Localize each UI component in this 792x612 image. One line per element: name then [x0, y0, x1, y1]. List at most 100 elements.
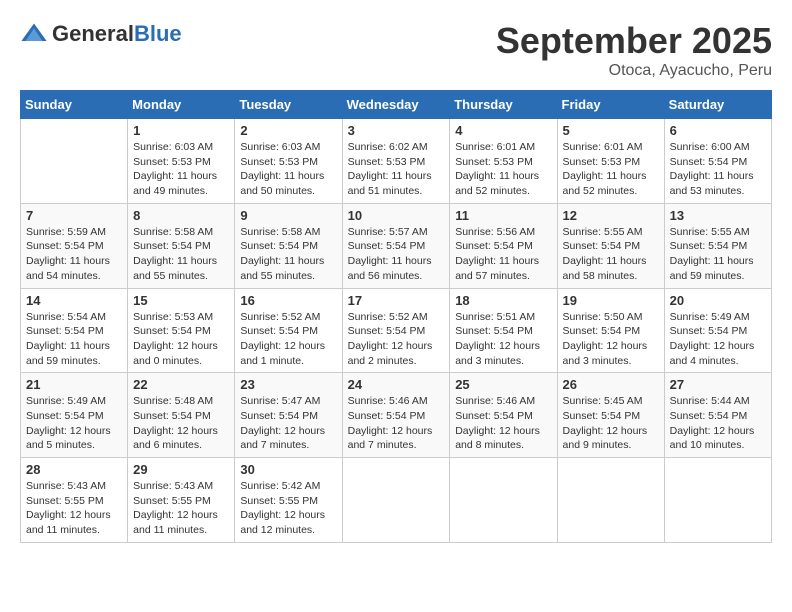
- day-of-week-header: Thursday: [450, 91, 557, 119]
- calendar-day-cell: 28 Sunrise: 5:43 AM Sunset: 5:55 PM Dayli…: [21, 458, 128, 543]
- day-info: Sunrise: 5:49 AM Sunset: 5:54 PM Dayligh…: [670, 310, 766, 369]
- calendar-day-cell: 14 Sunrise: 5:54 AM Sunset: 5:54 PM Dayli…: [21, 288, 128, 373]
- calendar-day-cell: 17 Sunrise: 5:52 AM Sunset: 5:54 PM Dayli…: [342, 288, 450, 373]
- calendar-week-row: 7Sunrise: 5:59 AM Sunset: 5:54 PM Daylig…: [21, 203, 772, 288]
- day-number: 23: [240, 377, 336, 392]
- calendar-day-cell: 19 Sunrise: 5:50 AM Sunset: 5:54 PM Dayli…: [557, 288, 664, 373]
- day-info: Sunrise: 5:56 AM Sunset: 5:54 PM Dayligh…: [455, 225, 551, 284]
- day-number: 1: [133, 123, 229, 138]
- day-number: 17: [348, 293, 445, 308]
- day-info: Sunrise: 5:42 AM Sunset: 5:55 PM Dayligh…: [240, 479, 336, 538]
- day-info: Sunrise: 6:01 AM Sunset: 5:53 PM Dayligh…: [563, 140, 659, 199]
- day-info: Sunrise: 5:57 AM Sunset: 5:54 PM Dayligh…: [348, 225, 445, 284]
- calendar-day-cell: [664, 458, 771, 543]
- day-info: Sunrise: 5:44 AM Sunset: 5:54 PM Dayligh…: [670, 394, 766, 453]
- day-info: Sunrise: 6:03 AM Sunset: 5:53 PM Dayligh…: [133, 140, 229, 199]
- calendar-day-cell: 27 Sunrise: 5:44 AM Sunset: 5:54 PM Dayli…: [664, 373, 771, 458]
- day-number: 13: [670, 208, 766, 223]
- calendar-day-cell: 20 Sunrise: 5:49 AM Sunset: 5:54 PM Dayli…: [664, 288, 771, 373]
- calendar-day-cell: 13 Sunrise: 5:55 AM Sunset: 5:54 PM Dayli…: [664, 203, 771, 288]
- calendar-week-row: 14 Sunrise: 5:54 AM Sunset: 5:54 PM Dayli…: [21, 288, 772, 373]
- day-info: Sunrise: 5:52 AM Sunset: 5:54 PM Dayligh…: [348, 310, 445, 369]
- day-info: Sunrise: 5:52 AM Sunset: 5:54 PM Dayligh…: [240, 310, 336, 369]
- day-number: 9: [240, 208, 336, 223]
- logo-general: General: [52, 21, 134, 46]
- day-info: Sunrise: 5:50 AM Sunset: 5:54 PM Dayligh…: [563, 310, 659, 369]
- day-info: Sunrise: 5:49 AM Sunset: 5:54 PM Dayligh…: [26, 394, 122, 453]
- month-title: September 2025: [496, 20, 772, 62]
- calendar-day-cell: 4 Sunrise: 6:01 AM Sunset: 5:53 PM Daylig…: [450, 119, 557, 204]
- day-number: 12: [563, 208, 659, 223]
- calendar-day-cell: 22Sunrise: 5:48 AM Sunset: 5:54 PM Dayli…: [128, 373, 235, 458]
- calendar-week-row: 28 Sunrise: 5:43 AM Sunset: 5:55 PM Dayli…: [21, 458, 772, 543]
- day-number: 4: [455, 123, 551, 138]
- day-of-week-header: Sunday: [21, 91, 128, 119]
- calendar-day-cell: 12 Sunrise: 5:55 AM Sunset: 5:54 PM Dayli…: [557, 203, 664, 288]
- day-number: 18: [455, 293, 551, 308]
- day-of-week-header: Saturday: [664, 91, 771, 119]
- calendar-header-row: SundayMondayTuesdayWednesdayThursdayFrid…: [21, 91, 772, 119]
- day-number: 24: [348, 377, 445, 392]
- calendar-day-cell: 24Sunrise: 5:46 AM Sunset: 5:54 PM Dayli…: [342, 373, 450, 458]
- day-number: 19: [563, 293, 659, 308]
- calendar-day-cell: 2Sunrise: 6:03 AM Sunset: 5:53 PM Daylig…: [235, 119, 342, 204]
- calendar-day-cell: [21, 119, 128, 204]
- day-number: 29: [133, 462, 229, 477]
- day-number: 28: [26, 462, 122, 477]
- calendar-day-cell: 10Sunrise: 5:57 AM Sunset: 5:54 PM Dayli…: [342, 203, 450, 288]
- day-info: Sunrise: 6:02 AM Sunset: 5:53 PM Dayligh…: [348, 140, 445, 199]
- day-number: 2: [240, 123, 336, 138]
- day-of-week-header: Monday: [128, 91, 235, 119]
- day-of-week-header: Wednesday: [342, 91, 450, 119]
- day-number: 26: [563, 377, 659, 392]
- day-info: Sunrise: 5:47 AM Sunset: 5:54 PM Dayligh…: [240, 394, 336, 453]
- calendar-day-cell: 29 Sunrise: 5:43 AM Sunset: 5:55 PM Dayli…: [128, 458, 235, 543]
- day-number: 6: [670, 123, 766, 138]
- day-number: 22: [133, 377, 229, 392]
- calendar-day-cell: 18Sunrise: 5:51 AM Sunset: 5:54 PM Dayli…: [450, 288, 557, 373]
- day-number: 7: [26, 208, 122, 223]
- day-info: Sunrise: 6:01 AM Sunset: 5:53 PM Dayligh…: [455, 140, 551, 199]
- calendar-day-cell: 30Sunrise: 5:42 AM Sunset: 5:55 PM Dayli…: [235, 458, 342, 543]
- logo-text: GeneralBlue: [52, 21, 182, 47]
- calendar-day-cell: [342, 458, 450, 543]
- day-info: Sunrise: 6:00 AM Sunset: 5:54 PM Dayligh…: [670, 140, 766, 199]
- day-info: Sunrise: 5:43 AM Sunset: 5:55 PM Dayligh…: [26, 479, 122, 538]
- logo-icon: [20, 20, 48, 48]
- day-number: 3: [348, 123, 445, 138]
- day-info: Sunrise: 5:43 AM Sunset: 5:55 PM Dayligh…: [133, 479, 229, 538]
- calendar-day-cell: 16 Sunrise: 5:52 AM Sunset: 5:54 PM Dayli…: [235, 288, 342, 373]
- calendar-day-cell: 26Sunrise: 5:45 AM Sunset: 5:54 PM Dayli…: [557, 373, 664, 458]
- day-number: 15: [133, 293, 229, 308]
- day-info: Sunrise: 5:54 AM Sunset: 5:54 PM Dayligh…: [26, 310, 122, 369]
- day-info: Sunrise: 5:55 AM Sunset: 5:54 PM Dayligh…: [563, 225, 659, 284]
- calendar-week-row: 21Sunrise: 5:49 AM Sunset: 5:54 PM Dayli…: [21, 373, 772, 458]
- day-info: Sunrise: 5:55 AM Sunset: 5:54 PM Dayligh…: [670, 225, 766, 284]
- day-number: 11: [455, 208, 551, 223]
- calendar-day-cell: 23 Sunrise: 5:47 AM Sunset: 5:54 PM Dayli…: [235, 373, 342, 458]
- calendar-day-cell: 5Sunrise: 6:01 AM Sunset: 5:53 PM Daylig…: [557, 119, 664, 204]
- calendar-day-cell: 25 Sunrise: 5:46 AM Sunset: 5:54 PM Dayli…: [450, 373, 557, 458]
- calendar-day-cell: 15 Sunrise: 5:53 AM Sunset: 5:54 PM Dayli…: [128, 288, 235, 373]
- day-number: 20: [670, 293, 766, 308]
- day-info: Sunrise: 5:58 AM Sunset: 5:54 PM Dayligh…: [133, 225, 229, 284]
- day-number: 16: [240, 293, 336, 308]
- calendar-day-cell: 6 Sunrise: 6:00 AM Sunset: 5:54 PM Daylig…: [664, 119, 771, 204]
- logo: GeneralBlue: [20, 20, 182, 48]
- day-info: Sunrise: 5:53 AM Sunset: 5:54 PM Dayligh…: [133, 310, 229, 369]
- calendar-table: SundayMondayTuesdayWednesdayThursdayFrid…: [20, 90, 772, 543]
- location: Otoca, Ayacucho, Peru: [496, 62, 772, 80]
- calendar-day-cell: 3 Sunrise: 6:02 AM Sunset: 5:53 PM Daylig…: [342, 119, 450, 204]
- calendar-week-row: 1 Sunrise: 6:03 AM Sunset: 5:53 PM Daylig…: [21, 119, 772, 204]
- day-number: 27: [670, 377, 766, 392]
- calendar-day-cell: 8 Sunrise: 5:58 AM Sunset: 5:54 PM Daylig…: [128, 203, 235, 288]
- day-info: Sunrise: 5:46 AM Sunset: 5:54 PM Dayligh…: [455, 394, 551, 453]
- calendar-day-cell: 7Sunrise: 5:59 AM Sunset: 5:54 PM Daylig…: [21, 203, 128, 288]
- day-number: 25: [455, 377, 551, 392]
- day-of-week-header: Friday: [557, 91, 664, 119]
- day-number: 14: [26, 293, 122, 308]
- title-area: September 2025 Otoca, Ayacucho, Peru: [496, 20, 772, 80]
- day-of-week-header: Tuesday: [235, 91, 342, 119]
- logo-blue: Blue: [134, 21, 182, 46]
- day-number: 8: [133, 208, 229, 223]
